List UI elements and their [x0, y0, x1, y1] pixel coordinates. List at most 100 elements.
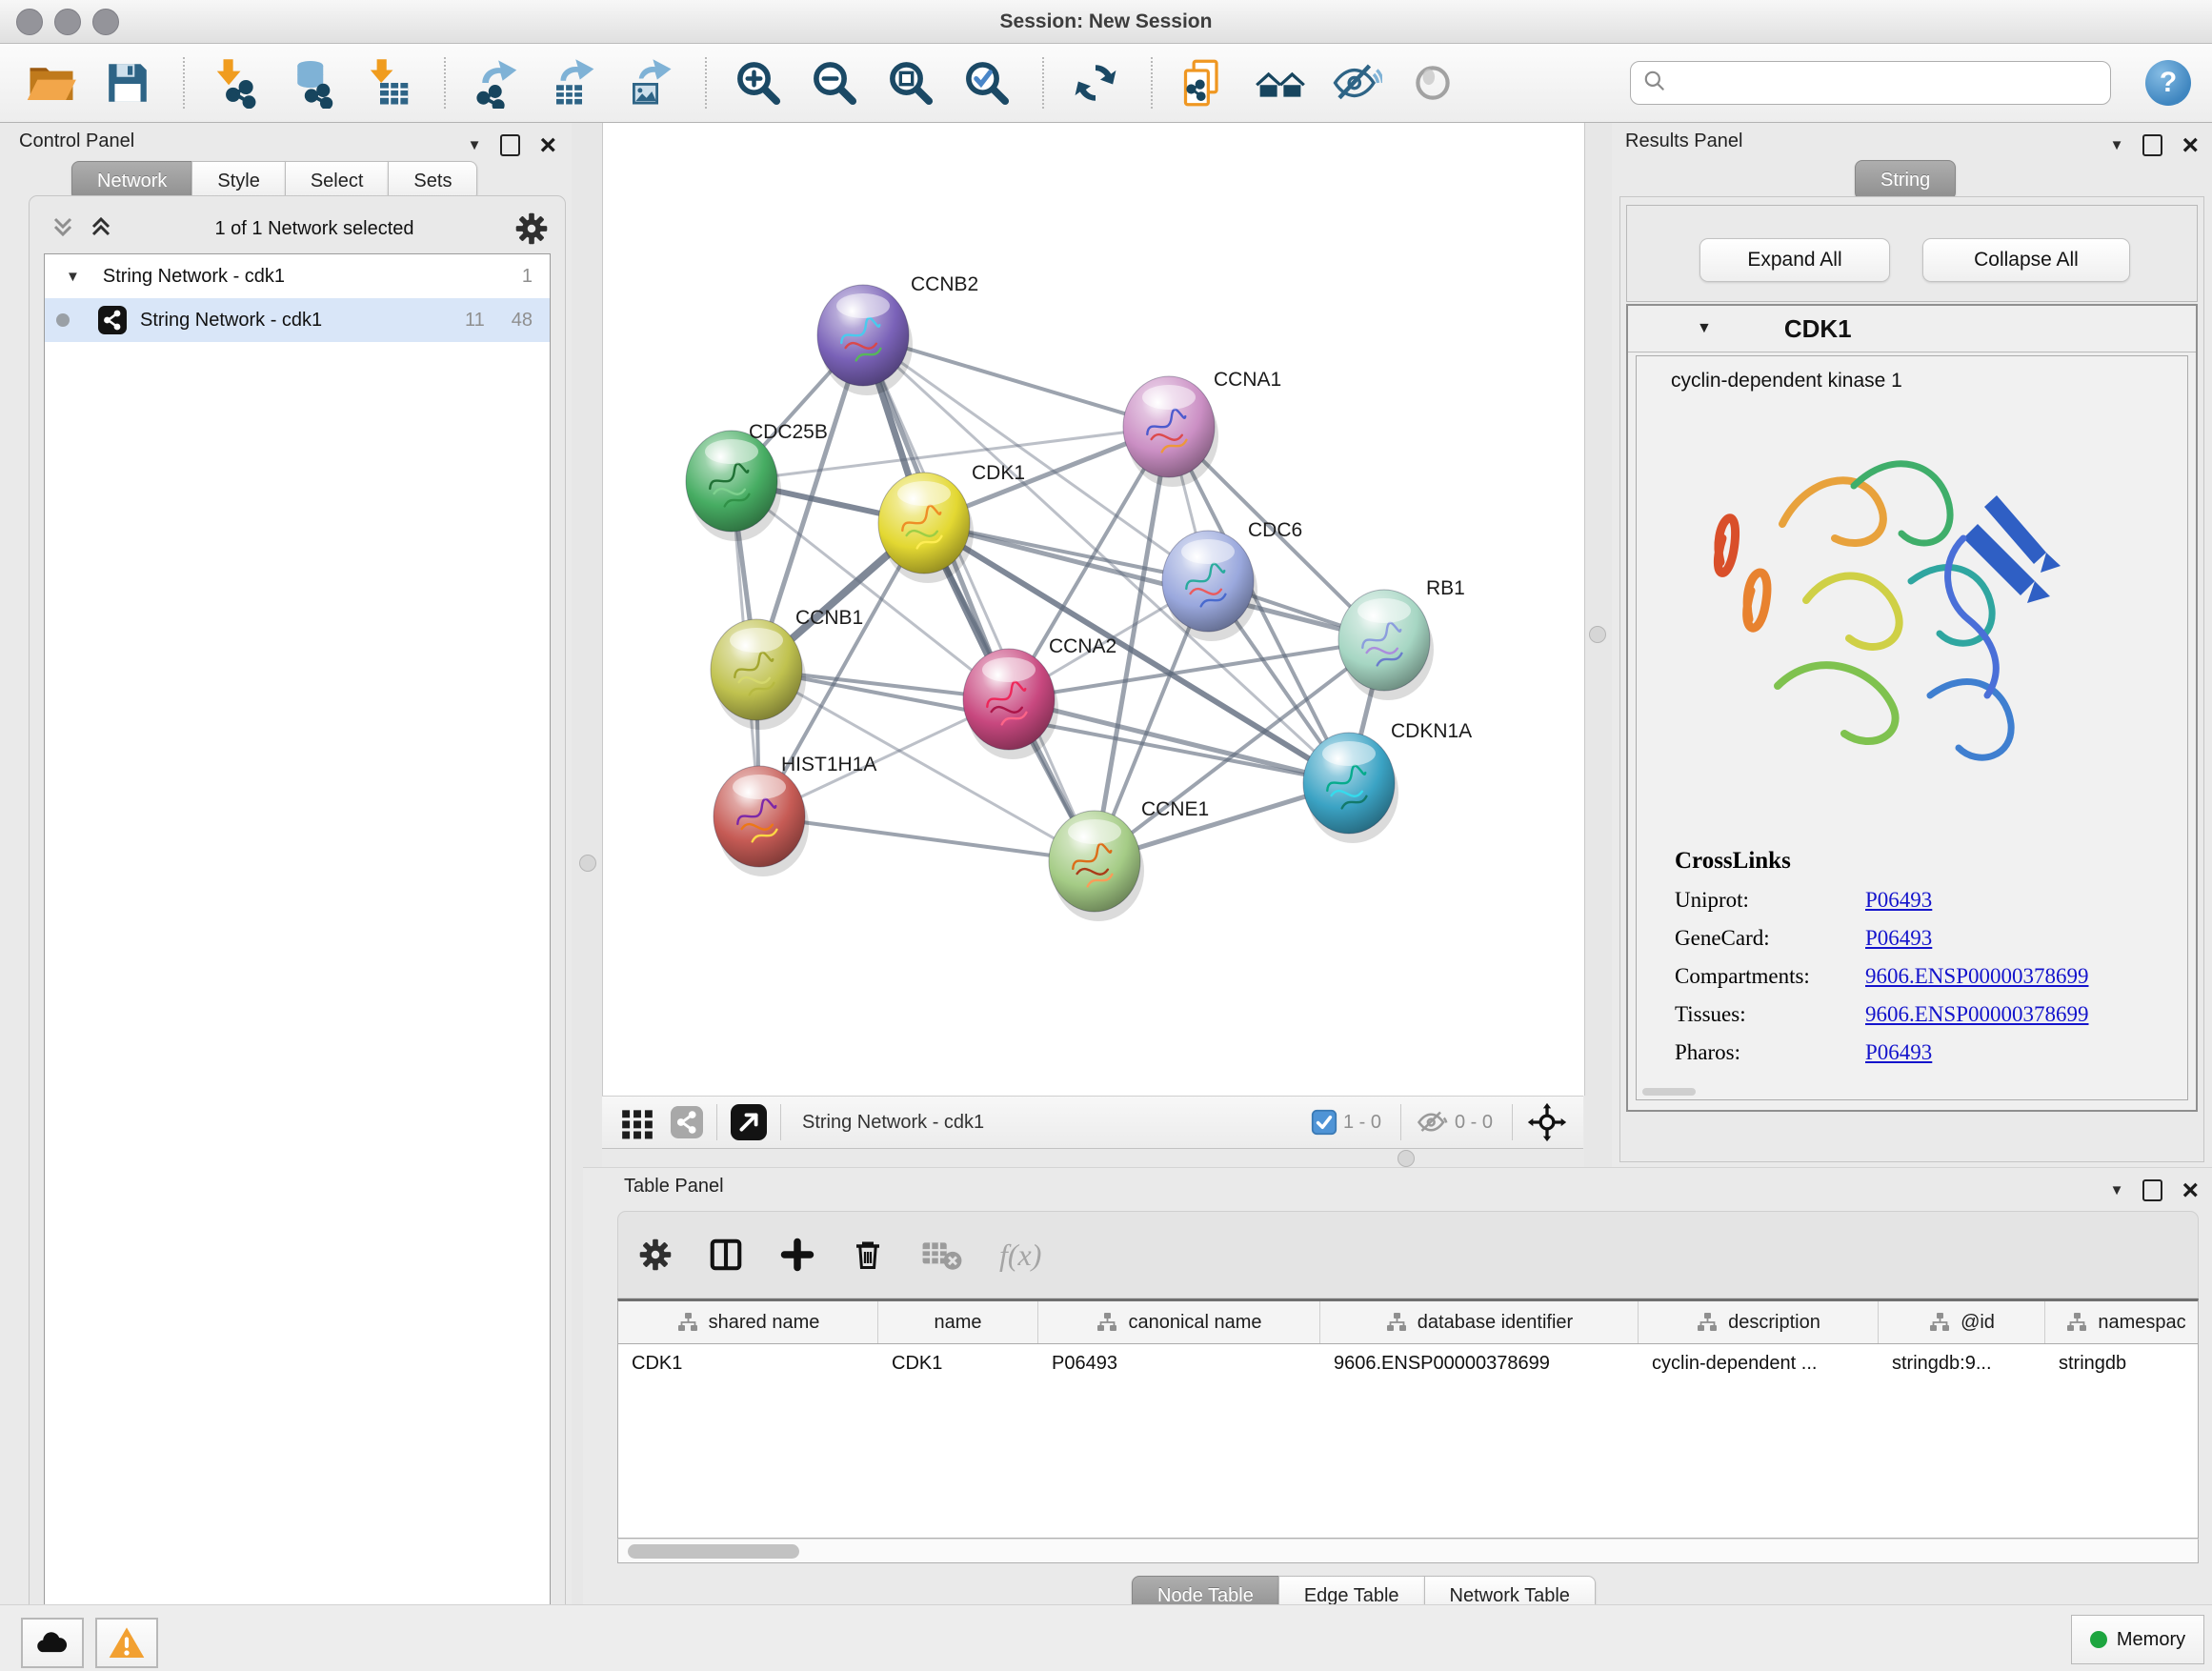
- preview-button[interactable]: [1406, 55, 1459, 111]
- column-header-name[interactable]: name: [878, 1301, 1038, 1343]
- import-database-button[interactable]: [286, 55, 339, 111]
- control-panel-float-icon[interactable]: [500, 134, 520, 156]
- results-panel-close-icon[interactable]: ×: [2182, 136, 2199, 155]
- network-node-CDKN1A[interactable]: [1303, 733, 1398, 843]
- column-header-namespac[interactable]: namespac: [2045, 1301, 2199, 1343]
- column-header-database-identifier[interactable]: database identifier: [1320, 1301, 1639, 1343]
- home-button[interactable]: [1254, 55, 1307, 111]
- add-column-icon[interactable]: [780, 1238, 814, 1272]
- hidden-eye-icon[interactable]: [1415, 1105, 1449, 1139]
- table-cell[interactable]: cyclin-dependent ...: [1639, 1344, 1879, 1382]
- table-cell[interactable]: stringdb: [2045, 1344, 2199, 1382]
- birdseye-grid-icon[interactable]: [619, 1104, 655, 1140]
- search-field[interactable]: [1630, 61, 2111, 105]
- table-scrollbar-thumb[interactable]: [628, 1544, 799, 1559]
- column-header-canonical-name[interactable]: canonical name: [1038, 1301, 1320, 1343]
- table-cell[interactable]: 9606.ENSP00000378699: [1320, 1344, 1639, 1382]
- node-label-HIST1H1A: HIST1H1A: [781, 754, 876, 775]
- network-node-CCNB2[interactable]: [817, 285, 913, 395]
- import-table-button[interactable]: [362, 55, 415, 111]
- show-hide-panels-button[interactable]: [1330, 55, 1383, 111]
- delete-column-trash-icon[interactable]: [851, 1238, 885, 1272]
- crosslink-link[interactable]: P06493: [1865, 926, 1932, 951]
- network-edge-CDK1-RB1[interactable]: [924, 523, 1384, 640]
- save-session-button[interactable]: [101, 55, 154, 111]
- zoom-out-icon: [809, 57, 860, 109]
- crosslink-link[interactable]: P06493: [1865, 888, 1932, 913]
- network-node-CDK1[interactable]: [878, 473, 974, 583]
- network-edge-HIST1H1A-CCNE1[interactable]: [759, 816, 1095, 861]
- column-header--id[interactable]: @id: [1879, 1301, 2045, 1343]
- help-button[interactable]: ?: [2145, 60, 2191, 106]
- import-network-button[interactable]: [210, 55, 263, 111]
- show-columns-icon[interactable]: [708, 1237, 744, 1273]
- right-splitter-handle[interactable]: [1589, 626, 1606, 643]
- zoom-out-button[interactable]: [808, 55, 861, 111]
- delete-table-icon[interactable]: [921, 1236, 963, 1274]
- table-cell[interactable]: P06493: [1038, 1344, 1320, 1382]
- results-panel-collapse-icon[interactable]: ▼: [2110, 137, 2124, 153]
- search-input[interactable]: [1677, 71, 2099, 95]
- export-network-button[interactable]: [471, 55, 524, 111]
- left-splitter-handle[interactable]: [579, 855, 596, 872]
- column-header-shared-name[interactable]: shared name: [618, 1301, 878, 1343]
- network-node-CCNA1[interactable]: [1123, 376, 1218, 487]
- detach-view-icon[interactable]: [731, 1104, 767, 1140]
- collapse-all-button[interactable]: Collapse All: [1922, 238, 2130, 282]
- network-node-HIST1H1A[interactable]: [714, 766, 809, 876]
- zoom-fit-button[interactable]: [884, 55, 937, 111]
- memory-button[interactable]: Memory: [2071, 1615, 2204, 1664]
- crosslink-link[interactable]: 9606.ENSP00000378699: [1865, 1002, 2089, 1027]
- network-collection-row[interactable]: ▼ String Network - cdk1 1: [45, 254, 550, 298]
- table-row[interactable]: CDK1CDK1P064939606.ENSP00000378699cyclin…: [618, 1344, 2198, 1382]
- results-scrollbar-nub[interactable]: [1642, 1088, 1696, 1096]
- expand-all-networks-icon[interactable]: [89, 214, 113, 244]
- export-network-icon: [472, 57, 523, 109]
- title-bar: Session: New Session: [0, 0, 2212, 44]
- clone-network-button[interactable]: [1177, 55, 1231, 111]
- network-edge-CCNB2-CCNE1[interactable]: [863, 335, 1095, 861]
- network-node-CDC25B[interactable]: [686, 431, 781, 541]
- gene-section-header[interactable]: ▼ CDK1: [1628, 306, 2196, 352]
- export-table-button[interactable]: [547, 55, 600, 111]
- gene-expand-icon[interactable]: ▼: [1697, 320, 1712, 337]
- table-cell[interactable]: CDK1: [618, 1344, 878, 1382]
- network-node-RB1[interactable]: [1338, 590, 1434, 700]
- network-options-gear-icon[interactable]: [515, 212, 548, 245]
- table-cell[interactable]: CDK1: [878, 1344, 1038, 1382]
- table-panel-float-icon[interactable]: [2142, 1179, 2162, 1201]
- warning-button[interactable]: [95, 1618, 158, 1668]
- network-graph[interactable]: CCNB2CCNA1CDC25BCDK1CDC6RB1CCNB1CCNA2CDK…: [603, 123, 1584, 1096]
- column-header-description[interactable]: description: [1639, 1301, 1879, 1343]
- open-session-button[interactable]: [25, 55, 78, 111]
- table-options-gear-icon[interactable]: [639, 1238, 672, 1271]
- network-row[interactable]: String Network - cdk1 11 48: [45, 298, 550, 342]
- right-splitter[interactable]: [1584, 123, 1612, 1167]
- table-panel-collapse-icon[interactable]: ▼: [2110, 1182, 2124, 1198]
- network-canvas[interactable]: CCNB2CCNA1CDC25BCDK1CDC6RB1CCNB1CCNA2CDK…: [602, 123, 1585, 1096]
- crosslink-link[interactable]: 9606.ENSP00000378699: [1865, 964, 2089, 989]
- table-horizontal-scrollbar[interactable]: [617, 1539, 2199, 1563]
- tab-string[interactable]: String: [1855, 160, 1956, 200]
- export-image-button[interactable]: [623, 55, 676, 111]
- network-node-CCNE1[interactable]: [1049, 811, 1144, 921]
- expand-all-button[interactable]: Expand All: [1699, 238, 1890, 282]
- table-panel-close-icon[interactable]: ×: [2182, 1181, 2199, 1200]
- crosslink-link[interactable]: P06493: [1865, 1040, 1932, 1065]
- zoom-in-button[interactable]: [732, 55, 785, 111]
- control-panel-collapse-icon[interactable]: ▼: [468, 137, 482, 153]
- network-node-CCNA2[interactable]: [963, 649, 1058, 759]
- function-builder-icon[interactable]: f(x): [999, 1238, 1041, 1273]
- zoom-selected-button[interactable]: [960, 55, 1014, 111]
- selected-checkbox-icon[interactable]: [1311, 1109, 1337, 1136]
- refresh-button[interactable]: [1069, 55, 1122, 111]
- collapse-all-networks-icon[interactable]: [50, 214, 75, 244]
- navigator-crosshair-icon[interactable]: [1526, 1101, 1568, 1143]
- bottom-splitter-handle[interactable]: [1398, 1150, 1415, 1167]
- results-panel-float-icon[interactable]: [2142, 134, 2162, 156]
- collection-expand-icon[interactable]: ▼: [66, 269, 80, 285]
- string-style-icon[interactable]: [671, 1106, 703, 1138]
- table-cell[interactable]: stringdb:9...: [1879, 1344, 2045, 1382]
- control-panel-close-icon[interactable]: ×: [539, 136, 556, 155]
- cloud-button[interactable]: [21, 1618, 84, 1668]
